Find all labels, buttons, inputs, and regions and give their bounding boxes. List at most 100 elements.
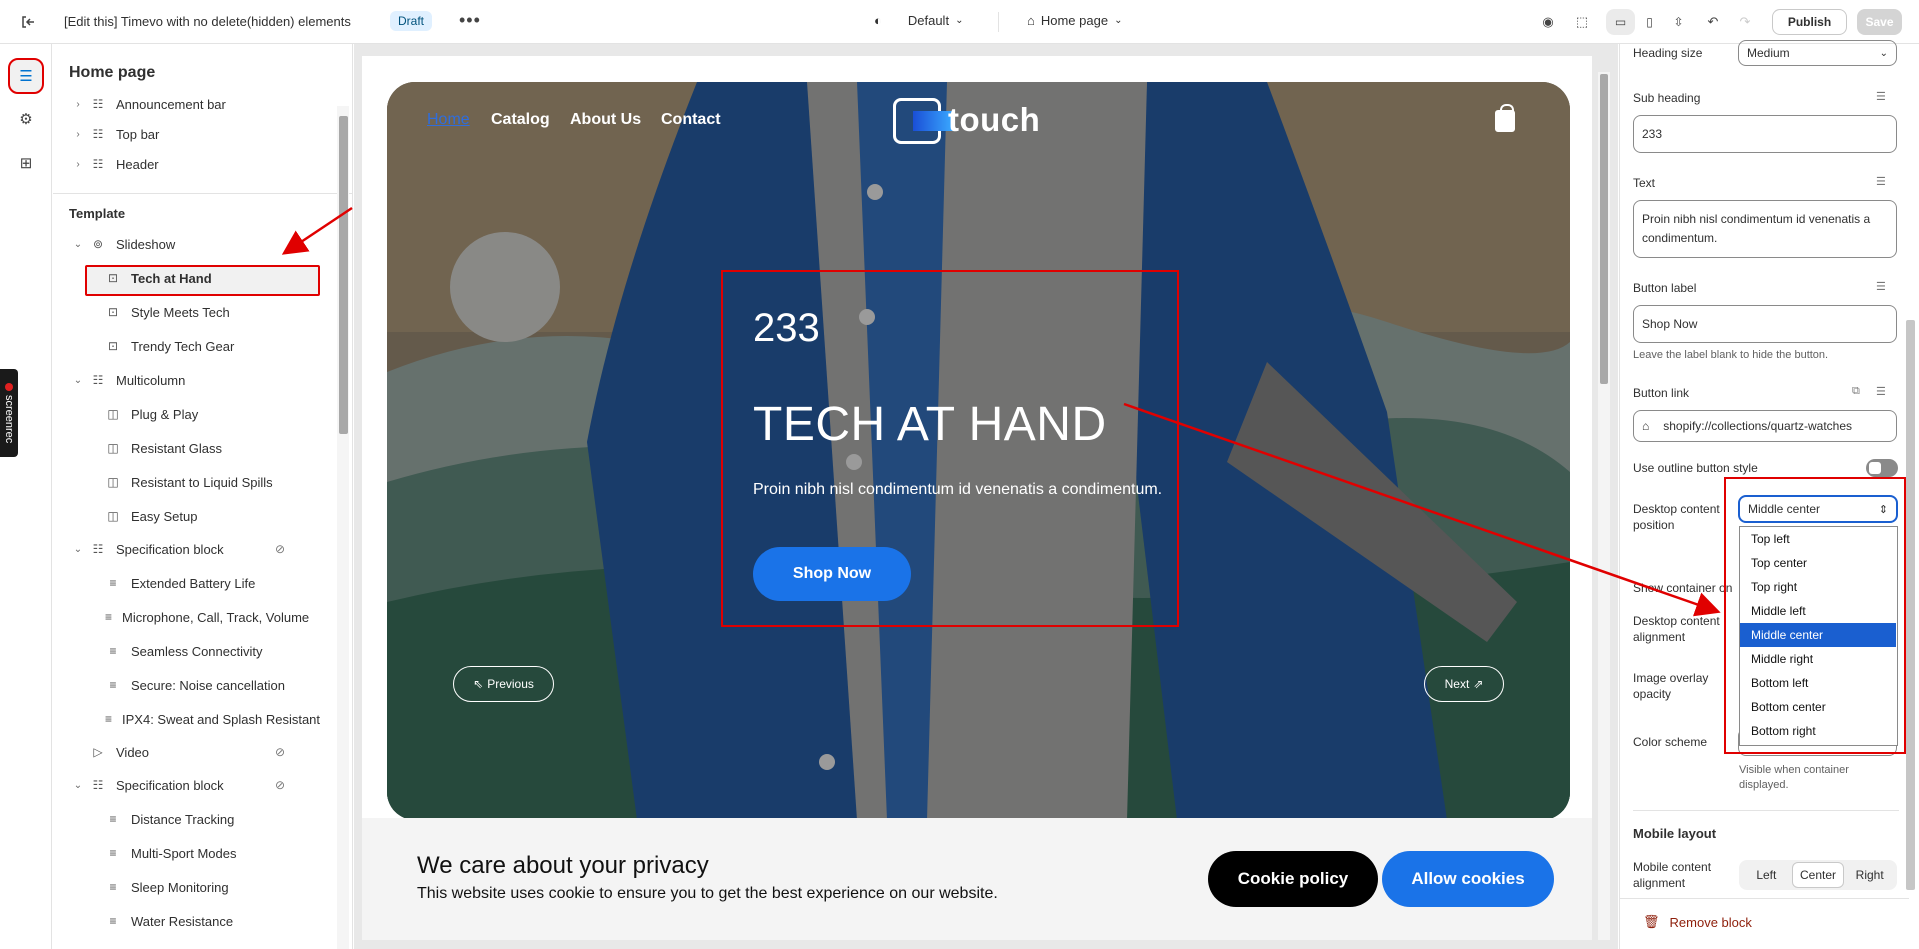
- sidebar-item-multicolumn[interactable]: ⌄ ☷ Multicolumn: [72, 365, 285, 395]
- cookie-text: This website uses cookie to ensure you t…: [417, 885, 998, 902]
- save-button[interactable]: Save: [1857, 9, 1902, 35]
- column-icon: ◫: [107, 441, 119, 455]
- desktop-position-label-2: position: [1633, 518, 1675, 532]
- column-icon: ◫: [107, 509, 119, 523]
- eye-hidden-icon[interactable]: ⊘: [275, 778, 285, 792]
- exit-icon[interactable]: [18, 12, 38, 32]
- chevron-down-icon: ⌄: [1114, 15, 1123, 26]
- mobile-align-left[interactable]: Left: [1741, 862, 1792, 888]
- sidebar-item-multi-sport-modes[interactable]: ≡ Multi-Sport Modes: [105, 838, 285, 868]
- redo-icon[interactable]: ↷: [1734, 11, 1756, 33]
- screenrec-widget[interactable]: screenrec: [0, 369, 18, 457]
- button-link-input[interactable]: ⌂ shopify://collections/quartz-watches: [1633, 410, 1897, 442]
- dynamic-source-icon[interactable]: ☰: [1876, 175, 1886, 188]
- sidebar-scrollbar-thumb[interactable]: [339, 116, 348, 434]
- sidebar-item-sleep-monitoring[interactable]: ≡ Sleep Monitoring: [105, 872, 285, 902]
- mobile-layout-heading: Mobile layout: [1633, 826, 1717, 841]
- sidebar-item-trendy-tech-gear[interactable]: ⊡ Trendy Tech Gear: [105, 331, 285, 361]
- sidebar-item-distance-tracking[interactable]: ≡ Distance Tracking: [105, 804, 285, 834]
- dynamic-source-icon[interactable]: ☰: [1876, 385, 1886, 398]
- apps-icon[interactable]: ⊞: [10, 147, 42, 179]
- page-selector[interactable]: ⌂ Home page ⌄: [1027, 13, 1122, 28]
- button-label-label: Button label: [1633, 281, 1697, 295]
- screenrec-label: screenrec: [3, 394, 15, 444]
- slide-subheading: 233: [753, 306, 820, 350]
- sidebar-item-slideshow[interactable]: ⌄ ⊚ Slideshow: [72, 229, 285, 259]
- sidebar-item-seamless-connectivity[interactable]: ≡ Seamless Connectivity: [105, 636, 285, 666]
- cart-icon[interactable]: [1495, 104, 1515, 132]
- allow-cookies-button[interactable]: Allow cookies: [1382, 851, 1554, 907]
- nav-about-link[interactable]: About Us: [570, 111, 641, 129]
- cookie-policy-button[interactable]: Cookie policy: [1208, 851, 1378, 907]
- fullscreen-icon[interactable]: ⇳: [1664, 9, 1693, 35]
- button-link-label: Button link: [1633, 386, 1690, 400]
- sidebar-item-resistant-to-liquid-spills[interactable]: ◫ Resistant to Liquid Spills: [105, 467, 285, 497]
- sidebar-item-plug-play[interactable]: ◫ Plug & Play: [105, 399, 285, 429]
- sidebar-item-announcement-bar[interactable]: › ☷ Announcement bar: [72, 89, 282, 119]
- inspector-icon[interactable]: ◉: [1537, 11, 1559, 33]
- outline-style-toggle[interactable]: [1866, 459, 1898, 477]
- sections-icon[interactable]: ☰: [8, 58, 44, 94]
- sidebar-item-label: Header: [116, 156, 159, 172]
- eye-hidden-icon[interactable]: ⊘: [275, 542, 285, 556]
- chevron-down-icon: ⌄: [1879, 47, 1888, 59]
- sidebar-item-secure-noise-cancellation[interactable]: ≡ Secure: Noise cancellation: [105, 670, 285, 700]
- settings-scrollbar[interactable]: [1906, 320, 1915, 890]
- mobile-alignment-segmented: Left Center Right: [1739, 860, 1897, 890]
- heading-size-select[interactable]: Medium ⌄: [1738, 40, 1897, 66]
- mobile-align-center[interactable]: Center: [1791, 862, 1845, 888]
- dynamic-source-icon[interactable]: ☰: [1876, 280, 1886, 293]
- sidebar-item-water-resistance[interactable]: ≡ Water Resistance: [105, 906, 285, 936]
- shop-now-button[interactable]: Shop Now: [753, 547, 911, 601]
- select-cursor-icon[interactable]: ⬚: [1571, 11, 1593, 33]
- nav-home-link[interactable]: Home: [427, 111, 470, 129]
- sidebar-item-label: Easy Setup: [131, 508, 198, 524]
- button-label-input[interactable]: Shop Now: [1633, 305, 1897, 343]
- sidebar-item-easy-setup[interactable]: ◫ Easy Setup: [105, 501, 285, 531]
- sidebar-item-header[interactable]: › ☷ Header: [72, 149, 282, 179]
- mobile-align-right[interactable]: Right: [1844, 862, 1895, 888]
- external-link-icon[interactable]: ⧉: [1852, 385, 1860, 398]
- text-input[interactable]: Proin nibh nisl condimentum id venenatis…: [1633, 200, 1897, 258]
- dynamic-source-icon[interactable]: ☰: [1876, 90, 1886, 103]
- section-icon: ☷: [92, 542, 104, 556]
- store-logo-text[interactable]: touch: [948, 101, 1040, 139]
- sidebar-item-specification-block[interactable]: ⌄ ☷ Specification block ⊘: [72, 534, 285, 564]
- eye-hidden-icon[interactable]: ⊘: [275, 745, 285, 759]
- arrow-up-left-icon: ⇖: [473, 677, 484, 691]
- sidebar-item-microphone-call-track-volume[interactable]: ≡ Microphone, Call, Track, Volume: [105, 602, 309, 632]
- sidebar-item-top-bar[interactable]: › ☷ Top bar: [72, 119, 282, 149]
- mobile-icon[interactable]: ▯: [1635, 9, 1664, 35]
- color-scheme-label: Color scheme: [1633, 735, 1708, 749]
- template-heading: Template: [69, 206, 126, 221]
- sidebar-item-label: Resistant Glass: [131, 440, 223, 456]
- sidebar-item-tech-at-hand[interactable]: ⊡ Tech at Hand: [105, 263, 285, 293]
- column-icon: ◫: [107, 475, 119, 489]
- sidebar-item-ipx4-sweat-and-splash-resistant[interactable]: ≡ IPX4: Sweat and Splash Resistant: [105, 704, 320, 734]
- more-actions-button[interactable]: •••: [459, 10, 481, 31]
- sidebar-item-video[interactable]: ▷ Video ⊘: [72, 737, 285, 767]
- sidebar-item-label: Specification block: [116, 777, 224, 793]
- slide-text: Proin nibh nisl condimentum id venenatis…: [753, 481, 1163, 498]
- sidebar-item-resistant-glass[interactable]: ◫ Resistant Glass: [105, 433, 285, 463]
- previous-label: Previous: [487, 677, 534, 691]
- sidebar-item-specification-block[interactable]: ⌄ ☷ Specification block ⊘: [72, 770, 285, 800]
- theme-selector[interactable]: ◐ Default ⌄: [874, 13, 963, 28]
- subheading-input[interactable]: 233: [1633, 115, 1897, 153]
- next-slide-button[interactable]: Next ⇗: [1424, 666, 1504, 702]
- nav-catalog-link[interactable]: Catalog: [491, 111, 550, 129]
- publish-button[interactable]: Publish: [1772, 9, 1847, 35]
- undo-icon[interactable]: ↶: [1702, 11, 1724, 33]
- desktop-alignment-label-1: Desktop content: [1633, 614, 1720, 628]
- sidebar-item-style-meets-tech[interactable]: ⊡ Style Meets Tech: [105, 297, 285, 327]
- remove-block-button[interactable]: 🗑 Remove block: [1643, 914, 1752, 930]
- sidebar-item-extended-battery-life[interactable]: ≡ Extended Battery Life: [105, 568, 285, 598]
- previous-slide-button[interactable]: ⇖ Previous: [453, 666, 554, 702]
- column-icon: ◫: [107, 407, 119, 421]
- desktop-icon[interactable]: ▭: [1606, 9, 1635, 35]
- preview-scrollbar-thumb[interactable]: [1600, 74, 1608, 384]
- gear-icon[interactable]: ⚙: [10, 103, 42, 135]
- nav-contact-link[interactable]: Contact: [661, 111, 721, 129]
- slide-heading: TECH AT HAND: [753, 398, 1107, 451]
- sidebar-item-calorie-burn-tracking[interactable]: ≡Calorie Burn Tracking: [105, 940, 285, 949]
